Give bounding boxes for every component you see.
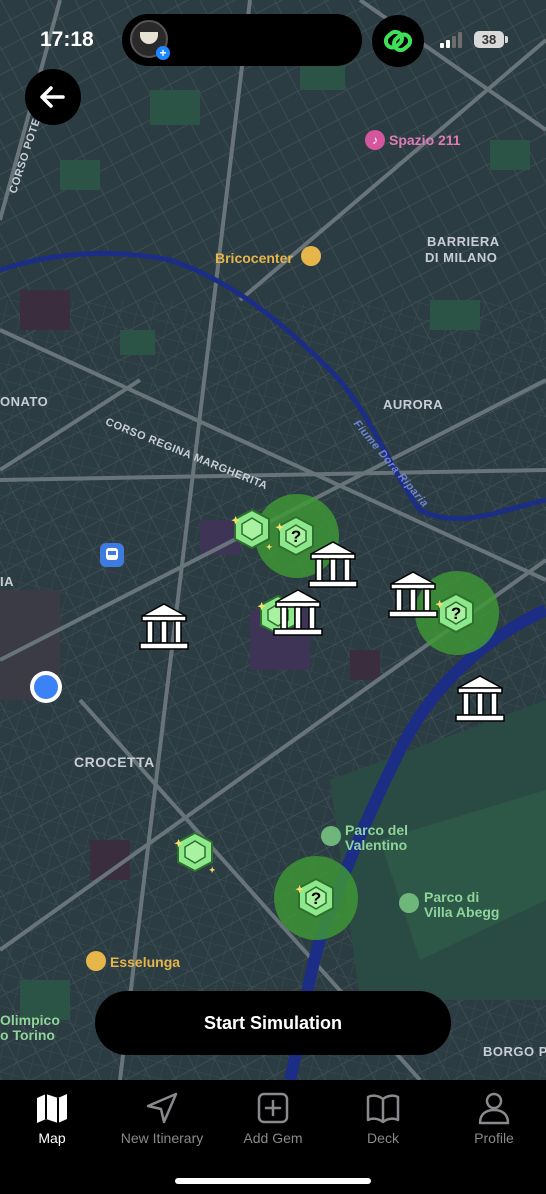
tab-label: Deck <box>367 1130 399 1146</box>
cellular-signal-icon <box>440 32 462 48</box>
plus-badge-icon: + <box>156 46 170 60</box>
map-label-barriera-2: DI MILANO <box>425 250 498 265</box>
poi-label-olimpico-1[interactable]: Olimpico <box>0 1012 60 1028</box>
tab-label: Add Gem <box>243 1130 303 1146</box>
poi-label-parco-villa-1[interactable]: Parco di <box>424 889 479 905</box>
supermarket-icon[interactable] <box>86 951 106 971</box>
navigation-arrow-icon <box>146 1092 178 1124</box>
app-screen: ? <box>0 0 546 1194</box>
map-label-ia: IA <box>0 574 14 589</box>
status-time: 17:18 <box>40 28 94 51</box>
poi-label-parco-valentino-2[interactable]: Valentino <box>345 837 407 853</box>
tab-profile[interactable]: Profile <box>439 1080 546 1146</box>
tab-new-itinerary[interactable]: New Itinerary <box>107 1080 217 1146</box>
arrow-left-icon <box>40 86 65 108</box>
book-icon <box>366 1094 400 1124</box>
map-label-barriera-1: BARRIERA <box>427 234 500 249</box>
map-label-aurora: AURORA <box>383 397 444 412</box>
tab-label: Profile <box>474 1130 514 1146</box>
map-label-crocetta: CROCETTA <box>74 754 155 770</box>
link-app-button[interactable] <box>372 15 424 67</box>
bottom-tab-bar: Map New Itinerary Add Gem Deck Profile <box>0 1080 546 1194</box>
user-location-dot <box>30 671 62 703</box>
back-button[interactable] <box>25 69 81 125</box>
tab-deck[interactable]: Deck <box>328 1080 438 1146</box>
music-venue-icon[interactable]: ♪ <box>365 130 385 150</box>
park-icon[interactable] <box>399 893 419 913</box>
shop-icon[interactable] <box>301 246 321 266</box>
poi-label-olimpico-2[interactable]: o Torino <box>0 1027 55 1043</box>
tab-label: New Itinerary <box>120 1130 204 1146</box>
park-icon[interactable] <box>321 826 341 846</box>
person-icon <box>478 1092 510 1125</box>
poi-label-esselunga[interactable]: Esselunga <box>110 954 180 970</box>
poi-label-spazio-211[interactable]: Spazio 211 <box>389 132 461 148</box>
poi-label-parco-villa-2[interactable]: Villa Abegg <box>424 904 499 920</box>
link-rings-icon <box>383 29 413 53</box>
start-simulation-button[interactable]: Start Simulation <box>95 991 451 1055</box>
metro-station-icon[interactable] <box>100 543 124 567</box>
dynamic-island[interactable]: + <box>122 14 362 66</box>
battery-indicator: 38 <box>474 31 508 48</box>
tab-label: Map <box>38 1130 66 1146</box>
tab-map[interactable]: Map <box>0 1080 107 1146</box>
map-label-borgo: BORGO P <box>483 1044 546 1059</box>
plus-square-icon <box>257 1092 289 1124</box>
home-indicator[interactable] <box>175 1178 371 1184</box>
map-label-onato: ONATO <box>0 394 49 409</box>
poi-label-bricocenter[interactable]: Bricocenter <box>215 250 293 266</box>
tab-add-gem[interactable]: Add Gem <box>218 1080 328 1146</box>
poi-label-parco-valentino-1[interactable]: Parco del <box>345 822 408 838</box>
map-icon <box>37 1094 67 1123</box>
food-avatar-icon[interactable]: + <box>130 20 170 60</box>
